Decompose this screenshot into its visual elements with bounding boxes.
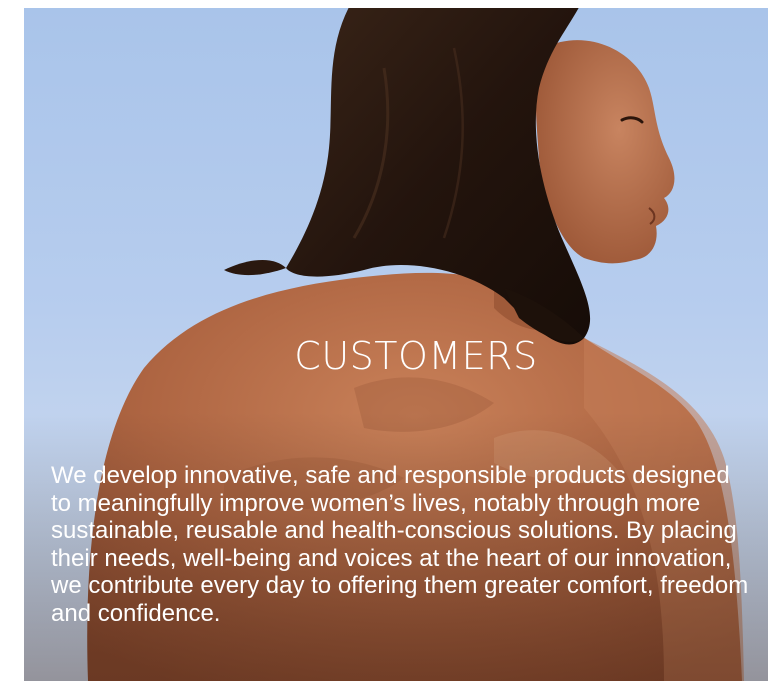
section-title: CUSTOMERS	[294, 334, 538, 378]
customers-hero-card: CUSTOMERS We develop innovative, safe an…	[24, 8, 768, 681]
section-description: We develop innovative, safe and responsi…	[51, 462, 749, 627]
